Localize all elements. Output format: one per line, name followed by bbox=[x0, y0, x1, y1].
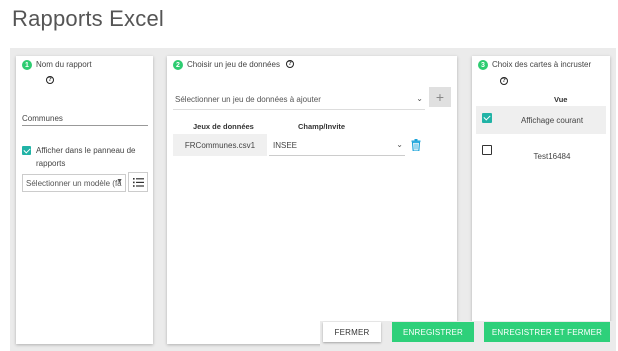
report-workspace: 1 Nom du rapport ? Afficher dans le pann… bbox=[10, 48, 616, 351]
dataset-panel: 2 Choisir un jeu de données ? Sélectionn… bbox=[167, 56, 457, 344]
save-button[interactable]: ENREGISTRER bbox=[392, 322, 474, 342]
map-label: Test16484 bbox=[533, 152, 571, 161]
map-label: Affichage courant bbox=[520, 116, 584, 125]
list-icon bbox=[133, 177, 144, 187]
chevron-down-icon: ⌄ bbox=[396, 140, 403, 149]
dataset-select-placeholder: Sélectionner un jeu de données à ajouter bbox=[175, 95, 321, 104]
close-button[interactable]: FERMER bbox=[323, 322, 381, 342]
report-name-panel: 1 Nom du rapport ? Afficher dans le pann… bbox=[16, 56, 153, 344]
maps-header: 3 Choix des cartes à incruster bbox=[478, 60, 591, 70]
step-badge: 1 bbox=[22, 60, 32, 70]
map-checkbox[interactable] bbox=[482, 145, 492, 155]
map-checkbox[interactable] bbox=[482, 113, 492, 123]
template-select-value: Sélectionner un modèle (fa bbox=[26, 179, 122, 188]
maps-panel: 3 Choix des cartes à incruster ? Vue Aff… bbox=[472, 56, 610, 344]
step-badge: 3 bbox=[478, 60, 488, 70]
add-dataset-button[interactable]: + bbox=[429, 87, 451, 107]
save-and-close-button[interactable]: ENREGISTRER ET FERMER bbox=[484, 322, 610, 342]
dataset-header: 2 Choisir un jeu de données ? bbox=[173, 60, 294, 70]
step-badge: 2 bbox=[173, 60, 183, 70]
field-select-value: INSEE bbox=[273, 141, 298, 150]
dataset-row: FRCommunes.csv1 INSEE ⌄ bbox=[173, 134, 429, 156]
help-icon[interactable]: ? bbox=[285, 60, 294, 68]
report-name-header: 1 Nom du rapport bbox=[22, 60, 92, 70]
show-in-panel-option[interactable]: Afficher dans le panneau de rapports bbox=[22, 144, 148, 170]
chevron-down-icon: ▼ bbox=[116, 178, 123, 185]
trash-icon[interactable] bbox=[411, 139, 421, 151]
column-header-field: Champ/Invite bbox=[298, 122, 346, 131]
dataset-label: Choisir un jeu de données bbox=[187, 60, 280, 69]
dataset-select[interactable]: Sélectionner un jeu de données à ajouter… bbox=[173, 88, 425, 110]
maps-label: Choix des cartes à incruster bbox=[492, 60, 592, 69]
help-icon[interactable]: ? bbox=[500, 77, 508, 85]
report-name-input[interactable] bbox=[22, 112, 148, 126]
show-in-panel-label: Afficher dans le panneau de rapports bbox=[36, 146, 136, 168]
help-icon[interactable]: ? bbox=[46, 76, 54, 84]
report-name-label: Nom du rapport bbox=[36, 60, 92, 69]
field-select[interactable]: INSEE ⌄ bbox=[269, 134, 405, 156]
chevron-down-icon: ⌄ bbox=[416, 94, 423, 103]
map-row[interactable]: Affichage courant bbox=[476, 106, 606, 134]
template-select[interactable]: Sélectionner un modèle (fa ▼ bbox=[22, 174, 126, 192]
dataset-file-name: FRCommunes.csv1 bbox=[173, 134, 267, 156]
page-title: Rapports Excel bbox=[12, 6, 164, 31]
template-list-button[interactable] bbox=[128, 172, 148, 192]
map-row[interactable]: Test16484 bbox=[476, 138, 606, 166]
column-header-datasets: Jeux de données bbox=[193, 122, 254, 131]
show-in-panel-checkbox[interactable] bbox=[22, 146, 31, 155]
column-header-view: Vue bbox=[554, 95, 568, 104]
